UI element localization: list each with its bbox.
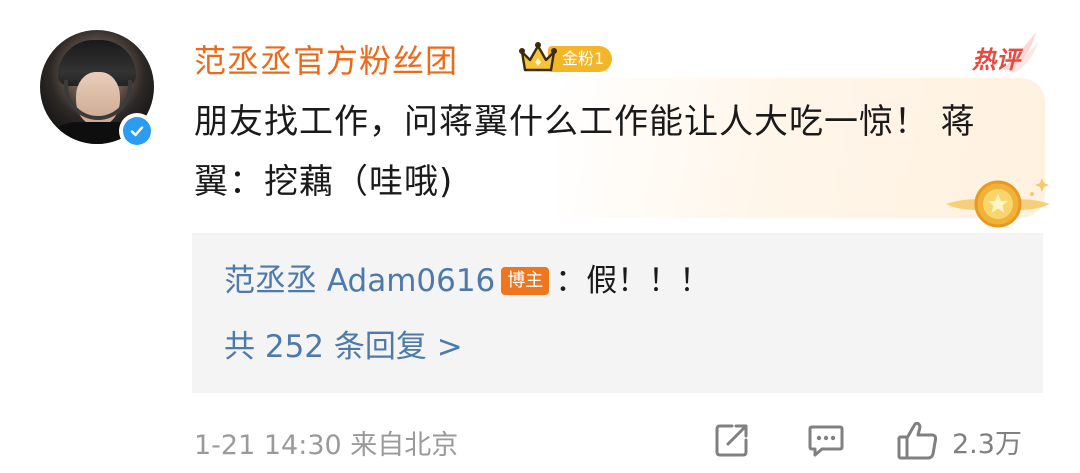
reply-preview-box[interactable]: 范丞丞 Adam0616 博主 ：假！！！ 共 252 条回复 > bbox=[192, 233, 1043, 393]
avatar-strap bbox=[64, 80, 132, 120]
reply-text: ：假！！！ bbox=[555, 263, 711, 299]
share-icon bbox=[715, 424, 748, 457]
verified-check-icon bbox=[119, 113, 155, 149]
reply-button[interactable] bbox=[806, 420, 846, 460]
hot-comment-label: 热评 bbox=[972, 46, 1020, 74]
comment-timestamp: 1-21 14:30 bbox=[194, 430, 342, 461]
view-all-replies-link[interactable]: 共 252 条回复 > bbox=[224, 325, 463, 369]
comment-meta: 1-21 14:30 来自北京 bbox=[194, 423, 458, 462]
comment-text: 朋友找工作，问蒋翼什么工作能让人大吃一惊！ 蒋翼：挖藕（哇哦) bbox=[194, 102, 976, 202]
gold-medal-icon bbox=[946, 178, 1050, 228]
crown-icon bbox=[519, 42, 557, 72]
like-count: 2.3万 bbox=[952, 428, 1022, 460]
fan-level-badge[interactable]: 金粉1 bbox=[518, 40, 618, 76]
comment-author-name[interactable]: 范丞丞官方粉丝团 bbox=[194, 36, 458, 82]
reply-preview-line: 范丞丞 Adam0616 博主 ：假！！！ bbox=[224, 259, 710, 303]
share-button[interactable] bbox=[712, 420, 752, 460]
comment-icon bbox=[808, 425, 844, 457]
author-badge: 博主 bbox=[501, 267, 550, 295]
like-button[interactable]: 2.3万 bbox=[896, 420, 1022, 462]
thumbs-up-icon bbox=[897, 421, 938, 460]
comment-card: 范丞丞官方粉丝团 金粉1 热评 朋友找工作，问蒋翼什么工作能让人大吃一惊！ 蒋翼… bbox=[0, 0, 1080, 473]
reply-author-name[interactable]: 范丞丞 Adam0616 bbox=[224, 259, 495, 303]
comment-location: 来自北京 bbox=[350, 430, 459, 461]
hot-comment-tag: 热评 bbox=[968, 30, 1040, 76]
